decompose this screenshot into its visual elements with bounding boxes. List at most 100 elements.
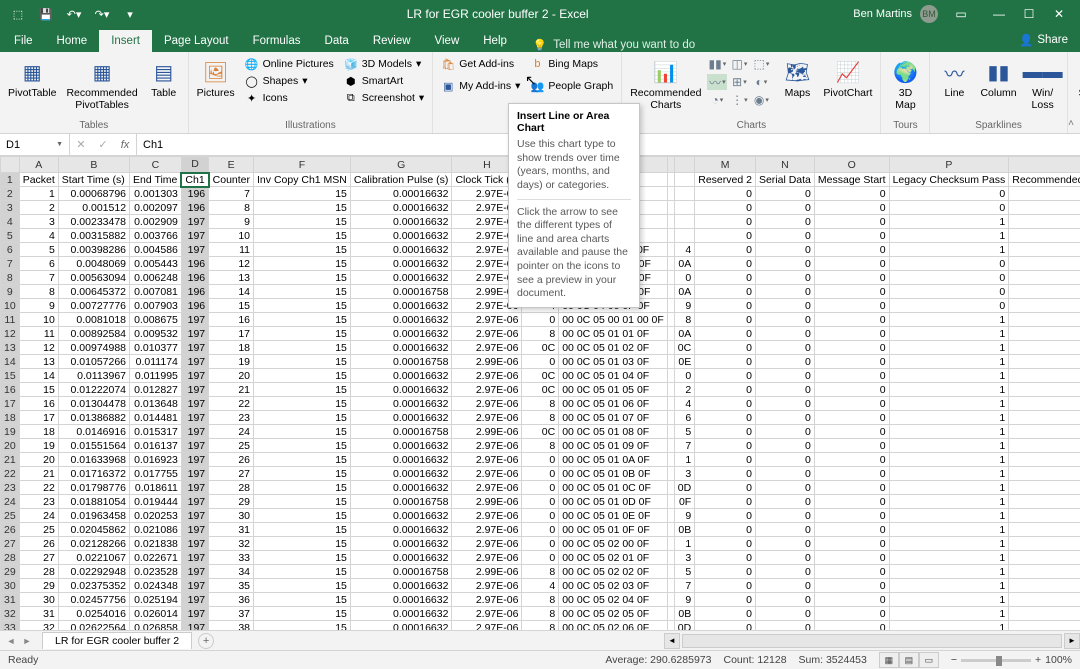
- cell[interactable]: 0: [814, 215, 889, 229]
- bing-maps-button[interactable]: bBing Maps: [526, 56, 617, 72]
- cell[interactable]: 0: [755, 607, 814, 621]
- cell[interactable]: 18: [19, 425, 58, 439]
- cell[interactable]: 0: [695, 607, 756, 621]
- cell[interactable]: 0.01963458: [58, 509, 129, 523]
- cell[interactable]: 1: [889, 467, 1009, 481]
- cell[interactable]: 0.002909: [130, 215, 182, 229]
- cell[interactable]: 0: [814, 551, 889, 565]
- view-page-layout-button[interactable]: ▤: [899, 652, 919, 668]
- cancel-formula-button[interactable]: ✕: [70, 134, 92, 155]
- cell[interactable]: [667, 593, 674, 607]
- cell[interactable]: 0: [755, 593, 814, 607]
- cell[interactable]: 0: [814, 187, 889, 201]
- row-head-7[interactable]: 7: [1, 257, 20, 271]
- cell[interactable]: 197: [181, 327, 208, 341]
- cell[interactable]: 0.02045862: [58, 523, 129, 537]
- enter-formula-button[interactable]: ✓: [92, 134, 114, 155]
- cell[interactable]: 26: [209, 453, 254, 467]
- cell[interactable]: 1: [1009, 523, 1080, 537]
- col-head-D[interactable]: D: [181, 157, 208, 173]
- cell[interactable]: 0: [755, 579, 814, 593]
- view-normal-button[interactable]: ▦: [879, 652, 899, 668]
- cell[interactable]: 0.00645372: [58, 285, 129, 299]
- cell[interactable]: 15: [254, 495, 351, 509]
- cell[interactable]: 15: [254, 411, 351, 425]
- cell[interactable]: [667, 621, 674, 631]
- cell[interactable]: 0.00016758: [350, 495, 452, 509]
- cell[interactable]: 2.97E-06: [452, 439, 522, 453]
- cell[interactable]: 0.00016632: [350, 201, 452, 215]
- cell[interactable]: 1: [1009, 509, 1080, 523]
- cell[interactable]: 0.008675: [130, 313, 182, 327]
- cell[interactable]: 0: [695, 425, 756, 439]
- col-head-C[interactable]: C: [130, 157, 182, 173]
- cell[interactable]: [667, 285, 674, 299]
- cell[interactable]: [667, 187, 674, 201]
- cell[interactable]: 0: [755, 383, 814, 397]
- cell[interactable]: 0: [695, 565, 756, 579]
- cell[interactable]: 0C: [674, 341, 694, 355]
- cell[interactable]: 197: [181, 607, 208, 621]
- cell[interactable]: 0: [814, 383, 889, 397]
- cell[interactable]: 0: [695, 257, 756, 271]
- cell[interactable]: 0.00892584: [58, 327, 129, 341]
- cell[interactable]: [667, 369, 674, 383]
- cell[interactable]: 15: [254, 509, 351, 523]
- cell[interactable]: 0.002097: [130, 201, 182, 215]
- tab-help[interactable]: Help: [471, 30, 519, 52]
- cell[interactable]: 0: [814, 327, 889, 341]
- row-head-12[interactable]: 12: [1, 327, 20, 341]
- cell[interactable]: 197: [181, 523, 208, 537]
- zoom-out-button[interactable]: −: [951, 654, 957, 666]
- cell[interactable]: 0.00315882: [58, 229, 129, 243]
- header-cell[interactable]: Serial Data: [755, 173, 814, 187]
- cell[interactable]: 36: [209, 593, 254, 607]
- pictures-button[interactable]: 🖼 Pictures: [193, 56, 239, 102]
- cell[interactable]: 15: [254, 607, 351, 621]
- cell[interactable]: 0.00016632: [350, 243, 452, 257]
- cell[interactable]: 32: [19, 621, 58, 631]
- scatter-chart-button[interactable]: ⋮▾: [729, 92, 749, 108]
- cell[interactable]: 0: [522, 523, 559, 537]
- header-cell[interactable]: Recommended Checksum Pass: [1009, 173, 1080, 187]
- add-sheet-button[interactable]: +: [198, 633, 214, 649]
- cell[interactable]: 0: [695, 439, 756, 453]
- cell[interactable]: 0: [755, 467, 814, 481]
- cell[interactable]: 197: [181, 313, 208, 327]
- cell[interactable]: 197: [181, 355, 208, 369]
- cell[interactable]: 0: [695, 481, 756, 495]
- cell[interactable]: 2.97E-06: [452, 467, 522, 481]
- cell[interactable]: 15: [254, 453, 351, 467]
- qat-customize[interactable]: ▾: [118, 2, 142, 26]
- row-head-4[interactable]: 4: [1, 215, 20, 229]
- cell[interactable]: 0.025194: [130, 593, 182, 607]
- cell[interactable]: 2.97E-06: [452, 341, 522, 355]
- cell[interactable]: 0: [522, 495, 559, 509]
- cell[interactable]: 4: [19, 229, 58, 243]
- cell[interactable]: 1: [889, 355, 1009, 369]
- cell[interactable]: 2.97E-06: [452, 523, 522, 537]
- cell[interactable]: 0: [814, 523, 889, 537]
- cell[interactable]: 0: [695, 495, 756, 509]
- cell[interactable]: 0: [889, 257, 1009, 271]
- cell[interactable]: 15: [254, 201, 351, 215]
- tab-formulas[interactable]: Formulas: [241, 30, 313, 52]
- cell[interactable]: 0: [695, 313, 756, 327]
- cell[interactable]: 4: [522, 579, 559, 593]
- redo-button[interactable]: ↷▾: [90, 2, 114, 26]
- cell[interactable]: 0.006248: [130, 271, 182, 285]
- icons-button[interactable]: ✦Icons: [241, 90, 338, 106]
- cell[interactable]: 2.97E-06: [452, 397, 522, 411]
- hscroll-track[interactable]: [682, 634, 1062, 648]
- cell[interactable]: 1: [1009, 453, 1080, 467]
- cell[interactable]: 1: [1009, 285, 1080, 299]
- cell[interactable]: 1: [889, 243, 1009, 257]
- cell[interactable]: 0.02128266: [58, 537, 129, 551]
- cell[interactable]: 00 0C 05 01 08 0F: [559, 425, 668, 439]
- cell[interactable]: 15: [254, 187, 351, 201]
- cell[interactable]: 16: [209, 313, 254, 327]
- cell[interactable]: 1: [889, 215, 1009, 229]
- cell[interactable]: 0: [889, 187, 1009, 201]
- cell[interactable]: 0.02457756: [58, 593, 129, 607]
- header-cell[interactable]: [667, 173, 674, 187]
